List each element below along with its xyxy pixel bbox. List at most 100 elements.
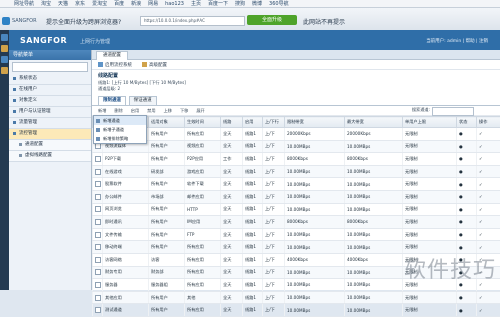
row-select-cell[interactable] [93,291,103,304]
advanced-config-button[interactable]: 高级配置 [142,62,167,68]
column-header[interactable]: 限制带宽 [285,117,345,128]
sidebar-item[interactable]: 系统状态 [9,74,91,85]
bookmark-item[interactable]: 主页 [191,0,201,7]
table-cell[interactable]: ✓ [477,128,500,141]
sidebar-item[interactable]: 通道配置 [9,140,91,151]
row-checkbox[interactable] [95,232,101,238]
bookmark-item[interactable]: 百度一下 [208,0,228,7]
tab-guarantee-channel[interactable]: 保证通道 [129,96,157,105]
filter-input[interactable] [432,107,474,116]
column-header[interactable]: 最大带宽 [345,117,403,128]
bookmark-item[interactable]: 新浪 [131,0,141,7]
table-cell[interactable]: ✓ [477,203,500,216]
row-select-cell[interactable] [93,165,103,178]
row-checkbox[interactable] [95,194,101,200]
grid-toolbar-button[interactable]: 新增 [98,108,106,114]
grid-toolbar-button[interactable]: 上移 [164,108,172,114]
sidebar-item[interactable]: 虚拟线路配置 [9,151,91,162]
column-header[interactable]: 适用对象 [149,117,185,128]
grid-toolbar-button[interactable]: 启用 [131,108,139,114]
folder-icon[interactable] [1,45,8,52]
grid-toolbar-button[interactable]: 下移 [180,108,188,114]
table-row[interactable]: 测试通道所有用户所有应用全天线路1上/下10.00MBps10.00MBps无限… [93,304,500,317]
table-cell[interactable]: ✓ [477,165,500,178]
bookmark-item[interactable]: 京东 [75,0,85,7]
upgrade-button[interactable]: 全面升级 [247,15,297,25]
row-checkbox[interactable] [95,219,101,225]
table-row[interactable]: 默认通道所有用户所有应用全天线路1上/下20000Kbps20000Kbps无限… [93,128,500,141]
table-cell[interactable]: ✓ [477,291,500,304]
bookmark-item[interactable]: 网易 [148,0,158,7]
bookmark-item[interactable]: 搜狗 [235,0,245,7]
row-checkbox[interactable] [95,295,101,301]
enable-flowcontrol-button[interactable]: 启用流控系统 [98,62,132,68]
row-select-cell[interactable] [93,304,103,317]
sidebar-item[interactable]: 流量管理 [9,118,91,129]
row-select-cell[interactable] [93,279,103,292]
table-row[interactable]: 视频流媒体所有用户视频应用全天线路1上/下10.00MBps10.00MBps无… [93,140,500,153]
row-checkbox[interactable] [95,244,101,250]
column-header[interactable]: 状态 [457,117,477,128]
table-row[interactable]: 股票软件所有用户软件下载全天线路1上/下10.00MBps10.00MBps无限… [93,178,500,191]
bookmark-item[interactable]: 百度 [114,0,124,7]
table-cell[interactable]: ✓ [477,178,500,191]
table-cell[interactable]: ✓ [477,216,500,229]
sidebar-item[interactable]: 对象定义 [9,96,91,107]
table-row[interactable]: 文件传输所有用户FTP全天线路1上/下10.00MBps10.00MBps无限制… [93,228,500,241]
row-checkbox[interactable] [95,181,101,187]
monitor-icon[interactable] [1,56,8,63]
tab-channel-config[interactable]: 通道配置 [96,51,128,60]
row-checkbox[interactable] [95,257,101,263]
row-select-cell[interactable] [93,216,103,229]
bookmark-item[interactable]: 淘宝 [41,0,51,7]
user-info[interactable]: 当前用户: admin | 帮助 | 注销 [426,38,488,44]
grid-toolbar-button[interactable]: 展开 [196,108,204,114]
tab-limit-channel[interactable]: 限制通道 [98,96,126,105]
row-checkbox[interactable] [95,156,101,162]
row-checkbox[interactable] [95,206,101,212]
address-bar[interactable]: https://10.0.0.1/index.php#AC [140,16,245,26]
bookmark-item[interactable]: 360导航 [269,0,289,7]
context-menu-item[interactable]: 新增排除策略 [94,134,146,143]
table-cell[interactable]: ✓ [477,304,500,317]
table-cell[interactable]: ✓ [477,190,500,203]
column-header[interactable]: 单用户上限 [403,117,457,128]
row-checkbox[interactable] [95,169,101,175]
row-select-cell[interactable] [93,253,103,266]
table-row[interactable]: 网页浏览所有用户HTTP全天线路1上/下10.00MBps10.00MBps无限… [93,203,500,216]
row-select-cell[interactable] [93,203,103,216]
bookmark-item[interactable]: 网址导航 [14,0,34,7]
bookmark-item[interactable]: 微博 [252,0,262,7]
table-cell[interactable]: ✓ [477,228,500,241]
row-checkbox[interactable] [95,307,101,313]
table-cell[interactable]: ✓ [477,140,500,153]
table-cell[interactable]: ✓ [477,153,500,166]
bookmark-item[interactable]: 爱淘宝 [92,0,107,7]
row-checkbox[interactable] [95,282,101,288]
row-select-cell[interactable] [93,153,103,166]
grid-toolbar-button[interactable]: 禁用 [147,108,155,114]
sidebar-item[interactable]: 流控管理 [9,129,91,140]
row-checkbox[interactable] [95,269,101,275]
sidebar-item[interactable]: 用户与认证管理 [9,107,91,118]
home-icon[interactable] [1,34,8,41]
table-row[interactable]: 在线游戏研发部游戏应用全天线路1上/下10.00MBps10.00MBps无限制… [93,165,500,178]
table-row[interactable]: 办公邮件市场部邮件应用全天线路1上/下10.00MBps10.00MBps无限制… [93,190,500,203]
dismiss-link[interactable]: 此网站不再提示 [303,17,345,26]
column-header[interactable]: 启用 [243,117,263,128]
sidebar-search-input[interactable] [12,62,88,72]
column-header[interactable]: 操作 [477,117,500,128]
settings-icon[interactable] [1,67,8,74]
row-select-cell[interactable] [93,241,103,254]
table-row[interactable]: 即时通讯所有用户IM应用全天线路1上/下8000Kbps8000Kbps无限制●… [93,216,500,229]
context-menu-item[interactable]: 新增子通道 [94,125,146,134]
bookmark-item[interactable]: 天猫 [58,0,68,7]
row-select-cell[interactable] [93,178,103,191]
column-header[interactable]: 上/下行 [263,117,285,128]
row-select-cell[interactable] [93,228,103,241]
table-row[interactable]: 其他应用所有用户其他全天线路1上/下10.00MBps10.00MBps无限制●… [93,291,500,304]
column-header[interactable]: 生效时间 [185,117,221,128]
bookmark-item[interactable]: hao123 [165,1,184,7]
row-select-cell[interactable] [93,266,103,279]
sidebar-item[interactable]: 在线用户 [9,85,91,96]
